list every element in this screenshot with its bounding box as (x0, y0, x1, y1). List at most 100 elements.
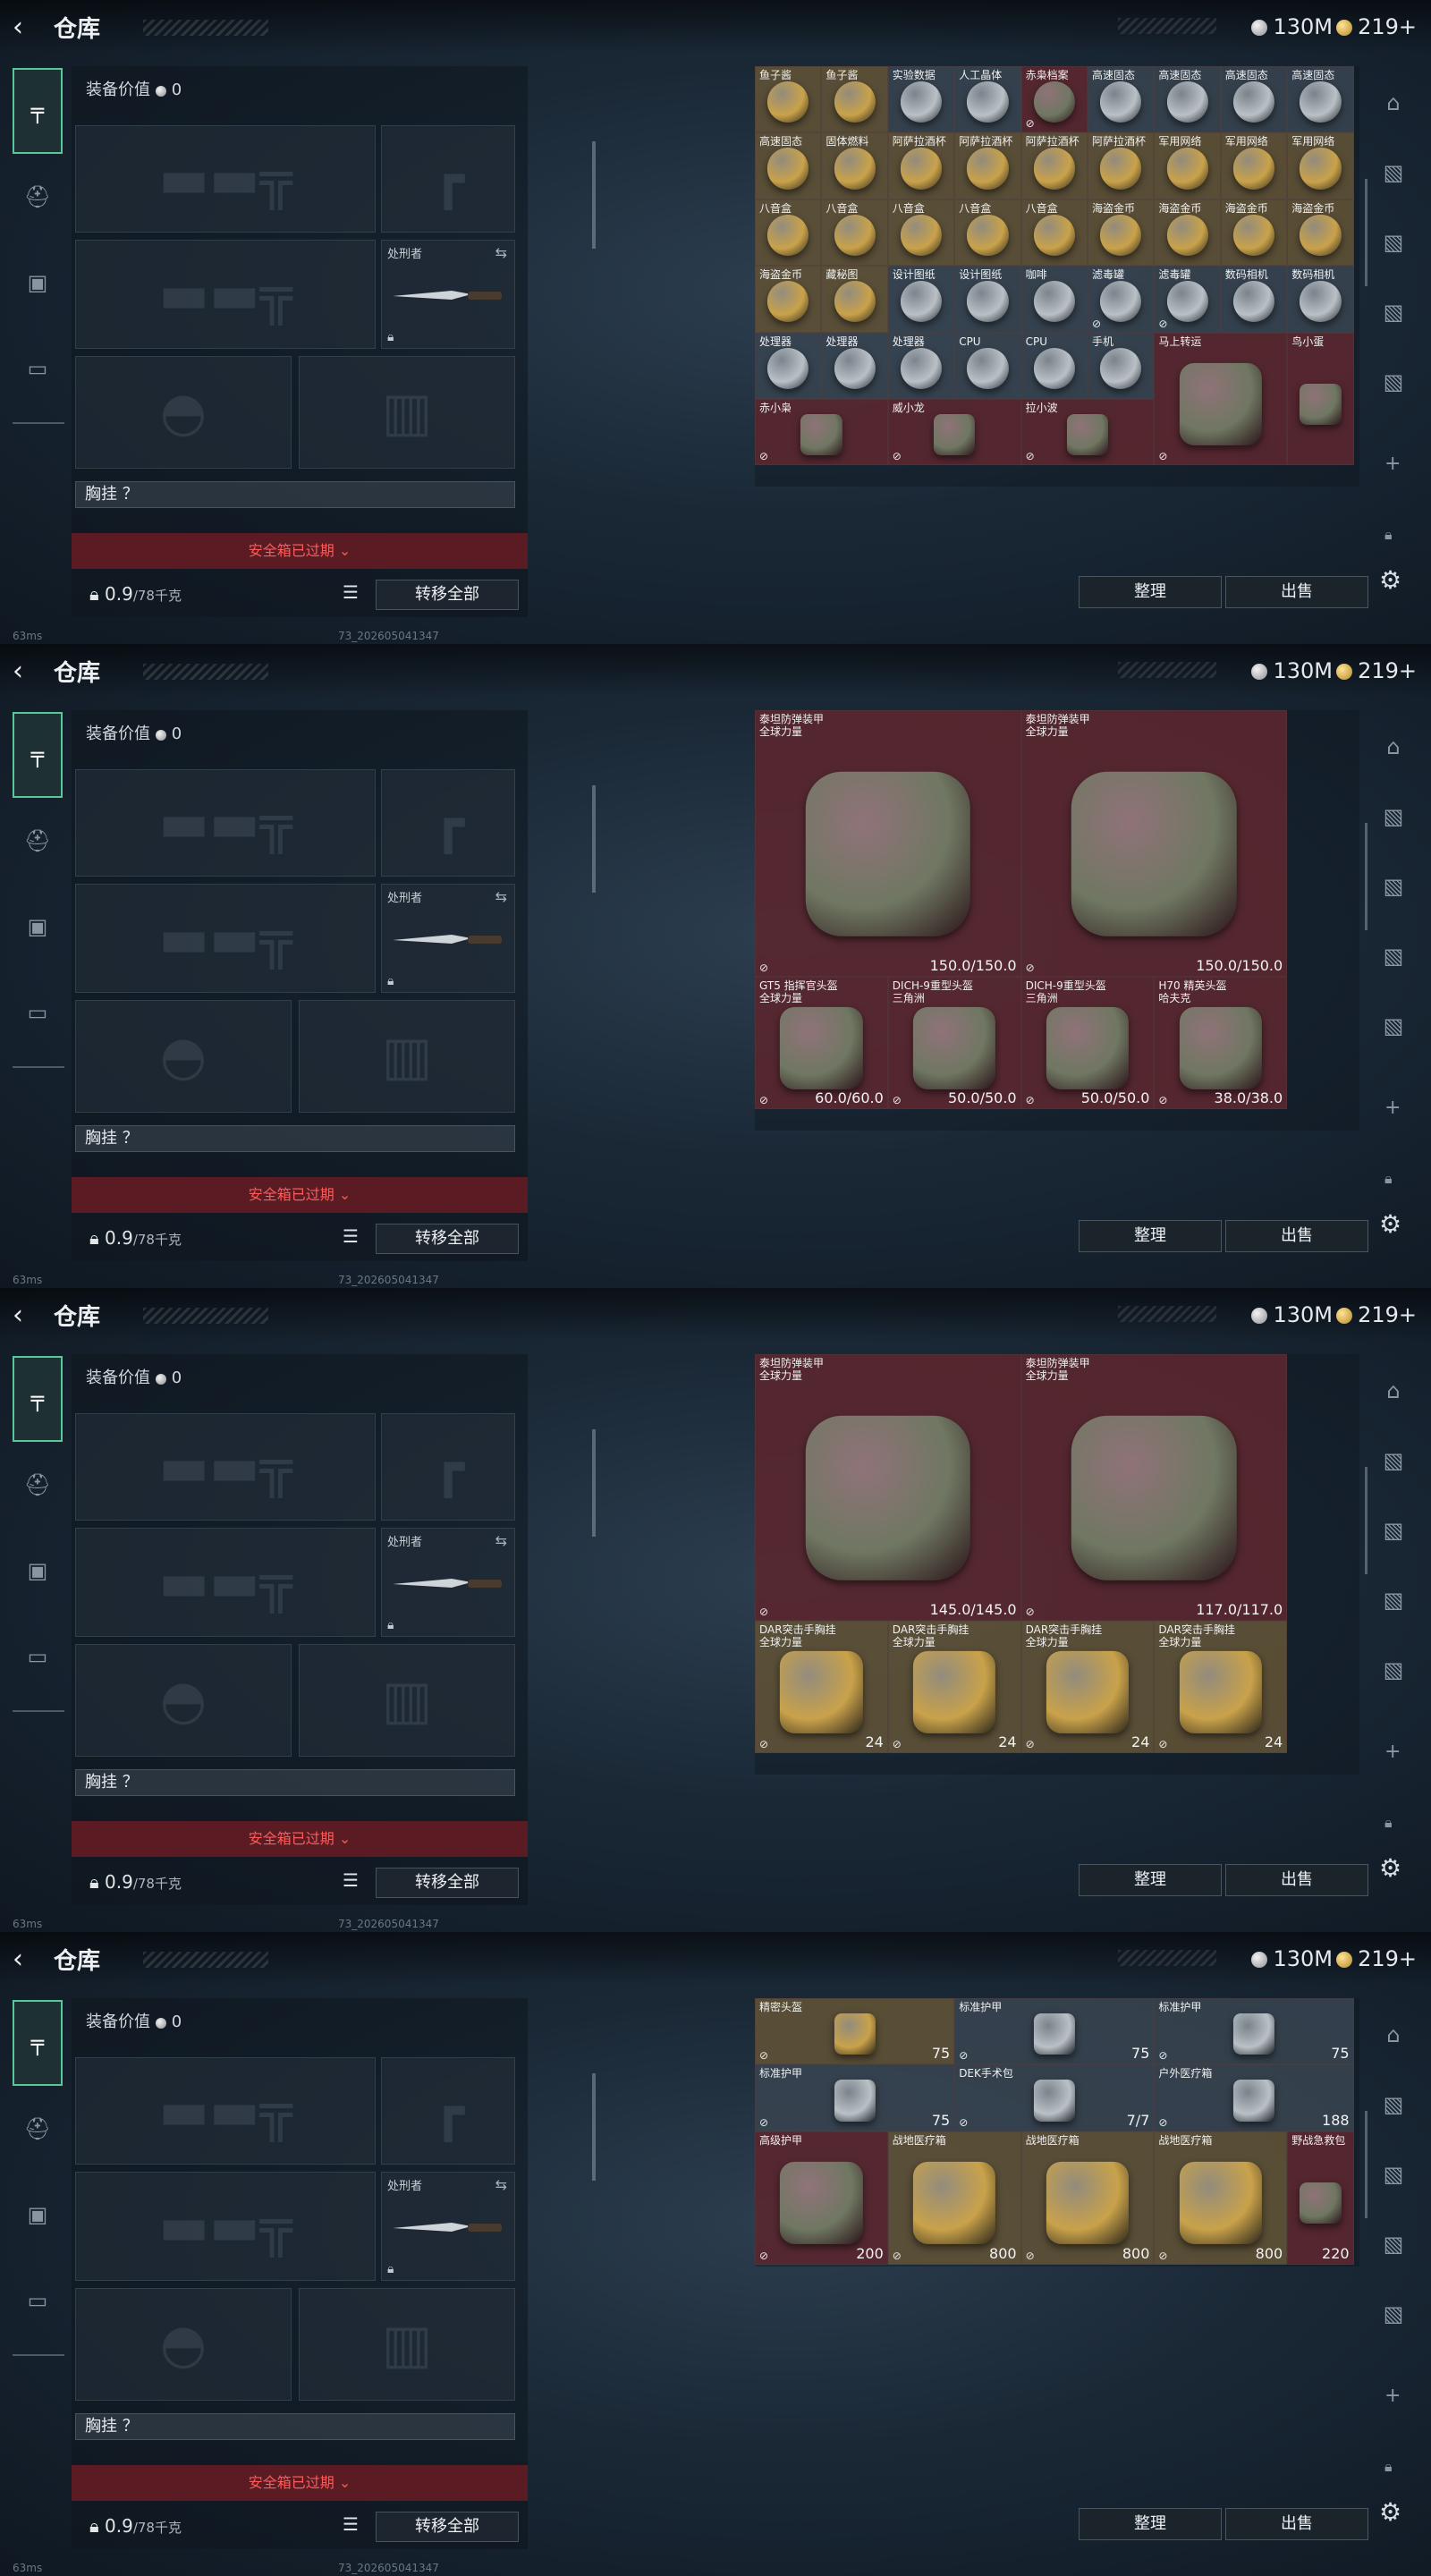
inventory-item[interactable]: 赤小枭 ⊘ (755, 399, 888, 466)
inventory-item[interactable]: 战地医疗箱 800 ⊘ (887, 2131, 1021, 2265)
rail-container-icon[interactable]: ▧ (1372, 1565, 1415, 1635)
gear-icon[interactable]: ⚙ (1379, 1853, 1401, 1883)
rail-container-icon[interactable]: ▧ (1372, 208, 1415, 277)
inventory-item[interactable]: 八音盒 (1020, 199, 1088, 267)
armor-slot[interactable]: ▥ (299, 356, 515, 469)
inventory-item[interactable]: 手机 (1088, 332, 1155, 399)
money-display[interactable]: 130M (1251, 1302, 1333, 1327)
inventory-item[interactable]: 海盗金币 (1088, 199, 1155, 267)
sort-button[interactable]: 整理 (1079, 1864, 1222, 1896)
move-all-button[interactable]: 转移全部 (376, 1224, 519, 1254)
inventory-item[interactable]: DAR突击手胸挂 全球力量 24 ⊘ (887, 1620, 1021, 1754)
swap-icon[interactable]: ⇆ (495, 1532, 507, 1549)
secondary-weapon-slot[interactable]: ▬▬╦ (75, 1528, 376, 1637)
inventory-item[interactable]: 设计图纸 (954, 266, 1021, 333)
lock-icon[interactable]: 🔒︎ (1384, 2458, 1393, 2476)
secondary-weapon-slot[interactable]: ▬▬╦ (75, 240, 376, 349)
inventory-item[interactable]: 高速固态 (1154, 66, 1221, 133)
chest-rig-row[interactable]: 胸挂 ？ (75, 481, 515, 508)
inventory-item[interactable]: 设计图纸 (887, 266, 955, 333)
helmet-slot[interactable]: ◓ (75, 356, 292, 469)
secondary-weapon-slot[interactable]: ▬▬╦ (75, 884, 376, 993)
inventory-item[interactable]: DAR突击手胸挂 全球力量 24 ⊘ (755, 1620, 888, 1754)
rail-container-icon[interactable]: ▧ (1372, 277, 1415, 347)
chest-rig-row[interactable]: 胸挂 ？ (75, 1125, 515, 1152)
gear-icon[interactable]: ⚙ (1379, 1209, 1401, 1239)
inventory-item[interactable]: 海盗金币 (1287, 199, 1354, 267)
pistol-slot[interactable]: ┏ (381, 1413, 515, 1521)
inventory-item[interactable]: 高速固态 (1220, 66, 1288, 133)
inventory-item[interactable]: DICH-9重型头盔 三角洲 50.0/50.0 ⊘ (1020, 976, 1155, 1110)
inventory-item[interactable]: 海盗金币 (1220, 199, 1288, 267)
scrollbar[interactable] (592, 2073, 596, 2181)
list-icon[interactable]: ☰ (338, 2513, 363, 2538)
inventory-item[interactable]: 阿萨拉酒杯 (1020, 132, 1088, 199)
plus-icon[interactable]: + (1384, 453, 1401, 475)
inventory-item[interactable]: 滤毒罐 ⊘ (1088, 266, 1155, 333)
rail-container-icon[interactable]: ▧ (1372, 138, 1415, 208)
plus-icon[interactable]: + (1384, 2385, 1401, 2407)
inventory-item[interactable]: 数码相机 (1287, 266, 1354, 333)
scrollbar[interactable] (1365, 179, 1367, 286)
gold-display[interactable]: 219+ (1336, 14, 1417, 39)
move-all-button[interactable]: 转移全部 (376, 1868, 519, 1898)
lock-icon[interactable]: 🔒︎ (1384, 526, 1393, 544)
sell-button[interactable]: 出售 (1225, 1864, 1368, 1896)
nav-case-icon[interactable]: ▭ (13, 2258, 63, 2343)
inventory-item[interactable]: 八音盒 (755, 199, 822, 267)
primary-weapon-slot[interactable]: ▬▬╦ (75, 125, 376, 233)
inventory-item[interactable]: 数码相机 (1220, 266, 1288, 333)
inventory-item[interactable]: 军用网络 (1287, 132, 1354, 199)
move-all-button[interactable]: 转移全部 (376, 2512, 519, 2542)
pistol-slot[interactable]: ┏ (381, 2057, 515, 2165)
swap-icon[interactable]: ⇆ (495, 888, 507, 905)
sell-button[interactable]: 出售 (1225, 576, 1368, 608)
rail-container-icon[interactable]: ▧ (1372, 347, 1415, 417)
swap-icon[interactable]: ⇆ (495, 2176, 507, 2193)
nav-helmet-icon[interactable]: ⛑ (13, 798, 63, 884)
melee-slot[interactable]: 处刑者 ⇆ 🔒︎ (381, 1528, 515, 1637)
nav-helmet-icon[interactable]: ⛑ (13, 154, 63, 240)
scrollbar[interactable] (1365, 823, 1367, 930)
nav-backpack-icon[interactable]: ▣ (13, 240, 63, 326)
helmet-slot[interactable]: ◓ (75, 1000, 292, 1113)
inventory-item[interactable]: 人工晶体 (954, 66, 1021, 133)
safe-box-expired-bar[interactable]: 安全箱已过期 ⌄ (72, 533, 528, 569)
money-display[interactable]: 130M (1251, 658, 1333, 683)
nav-case-icon[interactable]: ▭ (13, 326, 63, 411)
inventory-item[interactable]: DAR突击手胸挂 全球力量 24 ⊘ (1154, 1620, 1288, 1754)
inventory-item[interactable]: 军用网络 (1154, 132, 1221, 199)
back-arrow-icon[interactable]: ‹ (13, 1945, 39, 1975)
nav-gun-icon[interactable]: ╤ (13, 68, 63, 154)
primary-weapon-slot[interactable]: ▬▬╦ (75, 2057, 376, 2165)
inventory-item[interactable]: 滤毒罐 ⊘ (1154, 266, 1221, 333)
gold-display[interactable]: 219+ (1336, 1946, 1417, 1971)
rail-container-icon[interactable]: ▧ (1372, 2140, 1415, 2209)
rail-container-icon[interactable]: ▧ (1372, 2209, 1415, 2279)
list-icon[interactable]: ☰ (338, 1869, 363, 1894)
safe-box-expired-bar[interactable]: 安全箱已过期 ⌄ (72, 2465, 528, 2501)
inventory-item[interactable]: 八音盒 (954, 199, 1021, 267)
inventory-item[interactable]: 高速固态 (1088, 66, 1155, 133)
scrollbar[interactable] (592, 1429, 596, 1537)
inventory-item[interactable]: 战地医疗箱 800 ⊘ (1154, 2131, 1288, 2265)
inventory-item[interactable]: DICH-9重型头盔 三角洲 50.0/50.0 ⊘ (887, 976, 1021, 1110)
swap-icon[interactable]: ⇆ (495, 244, 507, 261)
rail-container-icon[interactable]: ▧ (1372, 2070, 1415, 2140)
scrollbar[interactable] (592, 141, 596, 249)
armor-slot[interactable]: ▥ (299, 1644, 515, 1757)
armor-slot[interactable]: ▥ (299, 1000, 515, 1113)
rail-container-icon[interactable]: ▧ (1372, 1496, 1415, 1565)
safe-box-expired-bar[interactable]: 安全箱已过期 ⌄ (72, 1821, 528, 1857)
inventory-item[interactable]: 马上转运 ⊘ (1154, 332, 1288, 466)
inventory-item[interactable]: DEK手术包 7/7 ⊘ (954, 2064, 1155, 2131)
inventory-item[interactable]: 标准护甲 75 ⊘ (954, 1998, 1155, 2065)
nav-gun-icon[interactable]: ╤ (13, 1356, 63, 1442)
plus-icon[interactable]: + (1384, 1097, 1401, 1119)
back-arrow-icon[interactable]: ‹ (13, 13, 39, 43)
melee-slot[interactable]: 处刑者 ⇆ 🔒︎ (381, 884, 515, 993)
inventory-item[interactable]: 战地医疗箱 800 ⊘ (1020, 2131, 1155, 2265)
rail-arch-icon[interactable]: ⌂ (1372, 1356, 1415, 1426)
inventory-item[interactable]: 藏秘图 (821, 266, 888, 333)
inventory-item[interactable]: 实验数据 (887, 66, 955, 133)
